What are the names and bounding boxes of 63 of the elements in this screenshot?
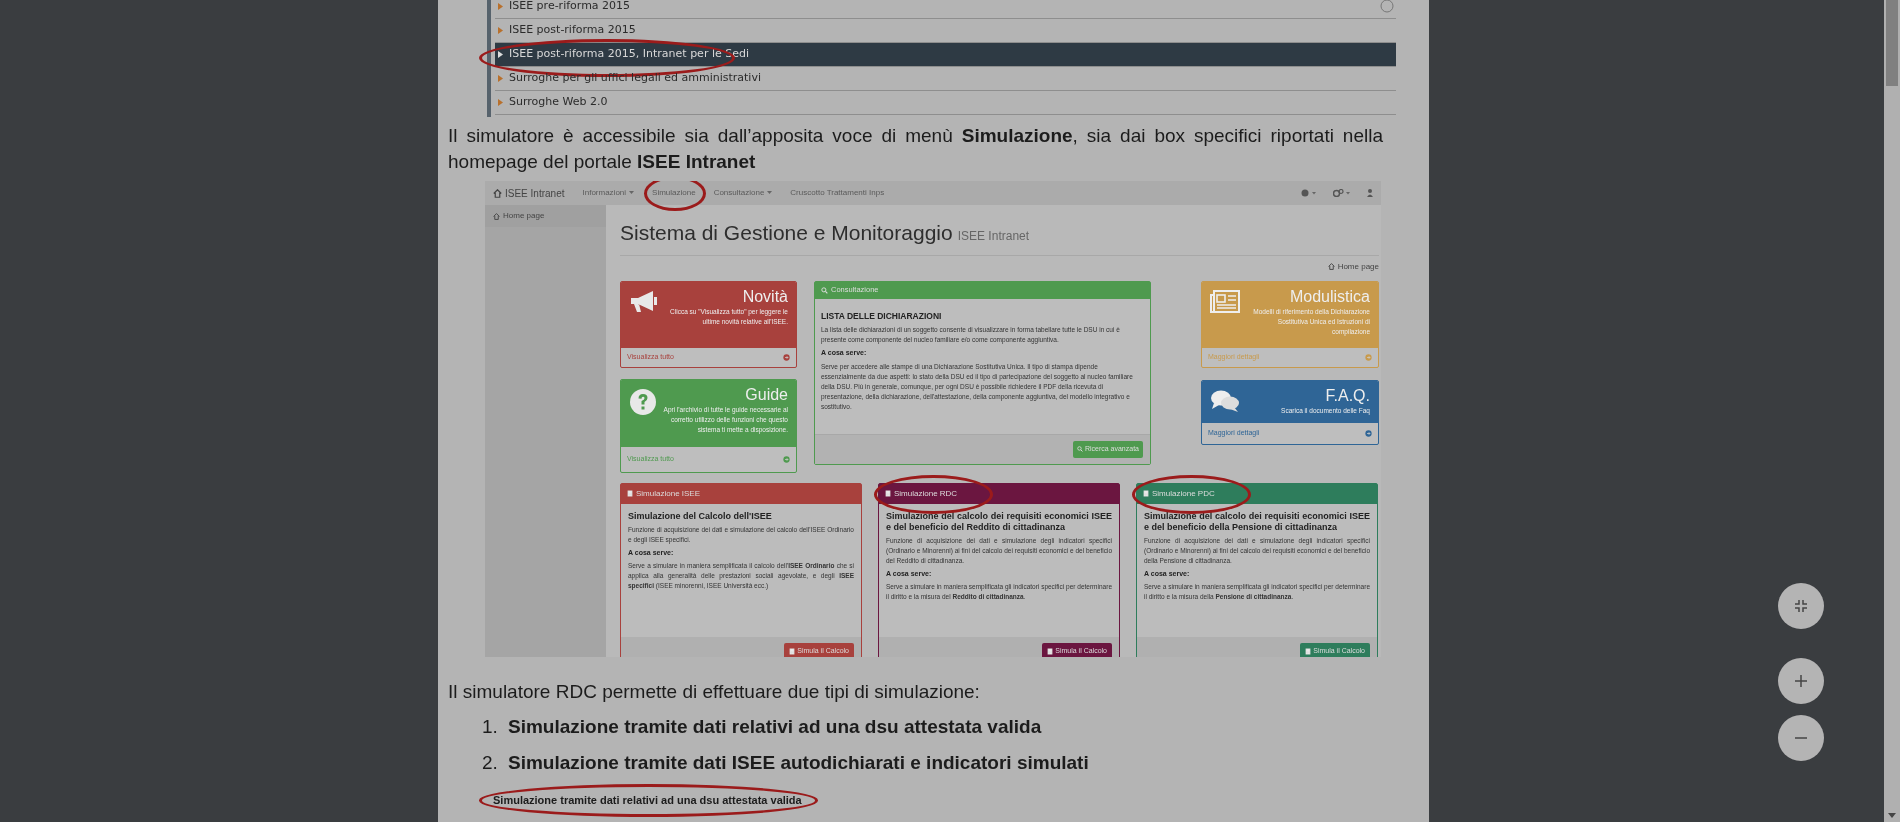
arrow-circle-icon (1365, 353, 1372, 361)
card-header: Simulazione ISEE (621, 483, 861, 504)
tile-title: F.A.Q. (1325, 386, 1370, 404)
user-icon (1367, 189, 1373, 197)
nav-link[interactable]: Cruscotto Trattamenti Inps (790, 187, 885, 199)
calculator-icon (627, 490, 633, 497)
paragraph: Il simulatore RDC permette di effettuare due tipi di simulazione: (448, 680, 981, 704)
plus-icon (1795, 675, 1807, 687)
list-item: Simulazione tramite dati ISEE autodichiarati e indicatori simulati (508, 751, 1089, 775)
nav-link[interactable]: Informazioni (582, 187, 635, 199)
triangle-icon (498, 27, 503, 34)
calculator-icon (885, 490, 891, 497)
home-icon (493, 188, 502, 198)
panel-heading: LISTA DELLE DICHIARAZIONI (821, 309, 943, 323)
question-circle-icon (629, 387, 657, 416)
collapse-icon (1795, 600, 1807, 612)
page-subtitle: ISEE Intranet (957, 228, 1030, 245)
list-number: 1. (482, 715, 499, 739)
brand-link[interactable]: ISEE Intranet (493, 185, 565, 201)
caret-icon (767, 191, 773, 195)
nav-link[interactable]: Consultazione (713, 187, 773, 199)
speech-bubbles-icon (1210, 388, 1240, 413)
zoom-out-button[interactable] (1778, 715, 1824, 761)
megaphone-icon (629, 289, 659, 314)
zoom-in-button[interactable] (1778, 658, 1824, 704)
calculator-icon (1047, 647, 1054, 655)
card-heading: Simulazione del calcolo dei requisiti economici ISEE e del beneficio della Pensione di cittadinanza (1144, 510, 1370, 533)
arrow-circle-icon (783, 353, 790, 361)
arrow-circle-icon (1365, 429, 1372, 437)
card-heading: Simulazione del calcolo dei requisiti economici ISEE e del beneficio del Reddito di cittadinanza (886, 510, 1112, 533)
triangle-icon (498, 75, 503, 82)
nav-link[interactable]: Simulazione (652, 187, 696, 199)
calculator-icon (789, 647, 796, 655)
calculator-icon (1305, 647, 1312, 655)
menu-item[interactable]: ISEE pre-riforma 2015 (495, 0, 1396, 19)
list-number: 2. (482, 751, 499, 775)
home-icon (1327, 263, 1335, 270)
menu-item[interactable]: Surroghe Web 2.0 (495, 91, 1396, 115)
home-icon (493, 212, 500, 220)
breadcrumb-link[interactable]: Home page (1327, 260, 1379, 273)
scrollbar-thumb[interactable] (1886, 0, 1898, 86)
caret-icon (629, 191, 635, 195)
tile-title: Novità (742, 287, 788, 305)
exit-fullscreen-button[interactable] (1778, 583, 1824, 629)
newspaper-icon (1210, 289, 1240, 314)
tile-title: Guide (745, 385, 788, 403)
card-heading: Simulazione del Calcolo dell'ISEE (628, 510, 773, 522)
tile-title: Modulistica (1289, 287, 1370, 305)
gears-dropdown-icon (1333, 189, 1351, 197)
down-arrow-icon (1888, 813, 1896, 818)
triangle-icon (498, 99, 503, 106)
minus-icon (1795, 737, 1807, 739)
arrow-circle-icon (783, 455, 790, 463)
paragraph: Il simulatore è accessibile sia dall’apposita voce di menù Simulazione, sia dai box specifici riportati nella homepage del portale ISEE Intranet (448, 124, 1383, 174)
page-title: Sistema di Gestione e Monitoraggio (620, 220, 953, 246)
calculator-icon (1143, 490, 1149, 497)
search-icon (1076, 446, 1083, 452)
list-item: Simulazione tramite dati relativi ad una dsu attestata valida (508, 715, 1042, 739)
sidebar-item[interactable]: Home page (485, 205, 606, 227)
triangle-icon (498, 3, 503, 10)
triangle-icon (498, 51, 503, 58)
section-heading: Simulazione tramite dati relativi ad una dsu attestata valida (493, 793, 802, 808)
search-icon (821, 286, 828, 294)
